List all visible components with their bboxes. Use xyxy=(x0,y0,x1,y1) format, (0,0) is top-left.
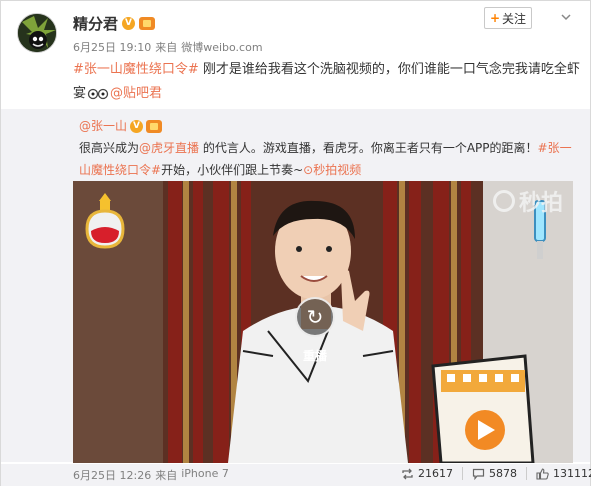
thumbs-up-icon xyxy=(536,467,549,480)
topic-link[interactable]: #张一山魔性绕口令# xyxy=(73,62,199,77)
author-line: 精分君 V xyxy=(73,13,156,34)
comment-count-button[interactable]: 5878 xyxy=(462,467,526,480)
repost-text-1: 很高兴成为 xyxy=(79,141,140,155)
follow-label: 关注 xyxy=(502,11,527,26)
vip-badge-icon[interactable] xyxy=(146,119,163,133)
video-link[interactable]: 秒拍视频 xyxy=(313,163,361,177)
video-link-icon: ⊙ xyxy=(303,163,314,177)
source-prefix: 来自 xyxy=(155,41,178,54)
repost-author[interactable]: @张一山 xyxy=(79,115,127,137)
post-text: #张一山魔性绕口令# 刚才是谁给我看这个洗脑视频的，你们谁能一口气念完我请吃全虾… xyxy=(73,58,583,106)
repost-author-line: @张一山 V xyxy=(79,115,163,137)
repost-source: iPhone 7 xyxy=(181,467,229,480)
like-count: 131112 xyxy=(553,467,591,480)
video-player[interactable]: 秒拍 ↻ 重播 xyxy=(73,181,573,463)
weibo-post: 精分君 V 6月25日 19:10 来自 微博weibo.com + 关注 #张… xyxy=(0,0,591,486)
repost-source-prefix: 来自 xyxy=(155,469,178,482)
post-source[interactable]: 微博weibo.com xyxy=(181,39,262,55)
repost-footer: 6月25日 12:26 来自 iPhone 7 21617 5878 13111… xyxy=(1,464,591,486)
repost-text: @张一山 V 很高兴成为@虎牙直播 的代言人。游戏直播，看虎牙。你离王者只有一个… xyxy=(79,115,579,181)
watermark-text: 秒拍 xyxy=(518,191,563,216)
verified-badge-icon: V xyxy=(130,119,144,133)
post-date[interactable]: 6月25日 19:10 xyxy=(73,39,151,55)
repost-stats: 21617 5878 131112 xyxy=(392,467,591,480)
repost-date[interactable]: 6月25日 12:26 xyxy=(73,467,151,483)
replay-label[interactable]: 重播 xyxy=(295,347,335,364)
author-name[interactable]: 精分君 xyxy=(73,13,118,34)
video-watermark: 秒拍 xyxy=(492,185,563,217)
plus-icon: + xyxy=(489,11,501,25)
vip-badge-icon[interactable] xyxy=(139,17,156,30)
repost-icon xyxy=(402,468,413,479)
mention-link[interactable]: @贴吧君 xyxy=(110,86,162,101)
post-meta: 6月25日 19:10 来自 微博weibo.com xyxy=(73,39,263,55)
like-count-button[interactable]: 131112 xyxy=(526,467,591,480)
comment-count: 5878 xyxy=(489,467,517,480)
replay-icon[interactable]: ↻ xyxy=(295,297,335,337)
comment-icon xyxy=(472,468,485,480)
chevron-down-icon[interactable] xyxy=(561,12,571,22)
avatar[interactable] xyxy=(17,13,57,53)
follow-button[interactable]: + 关注 xyxy=(484,7,532,29)
repost-count-button[interactable]: 21617 xyxy=(392,467,462,480)
miaopai-logo-icon xyxy=(492,190,515,212)
glasses-emoji-icon xyxy=(87,88,109,99)
repost-count: 21617 xyxy=(418,467,453,480)
repost-meta: 6月25日 12:26 来自 iPhone 7 xyxy=(73,467,229,483)
repost-text-2: 的代言人。游戏直播，看虎牙。你离王者只有一个APP的距离！ xyxy=(199,141,538,155)
repost-mention-link[interactable]: @虎牙直播 xyxy=(139,141,199,155)
avatar-image xyxy=(18,14,56,52)
repost-text-3: 开始，小伙伴们跟上节奏~ xyxy=(161,163,304,177)
verified-badge-icon: V xyxy=(122,17,136,30)
